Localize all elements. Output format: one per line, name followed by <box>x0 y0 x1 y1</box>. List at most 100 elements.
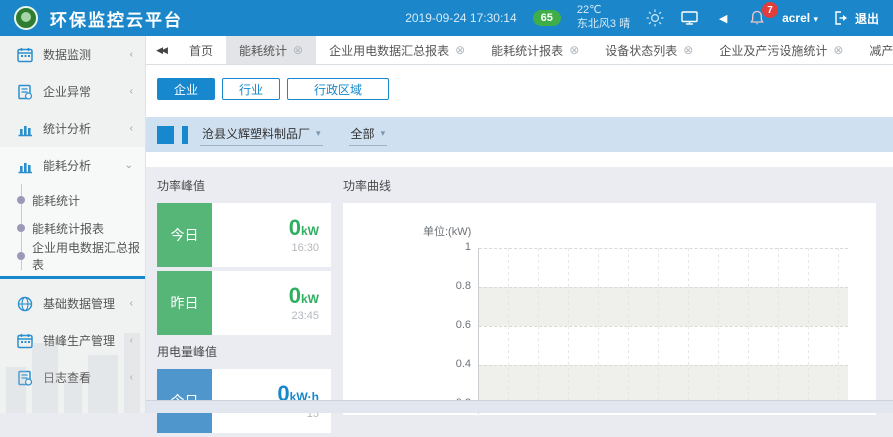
chevron-left-icon: ‹ <box>130 49 133 60</box>
document-icon <box>17 84 33 100</box>
sidebar-item-energy-analysis[interactable]: 能耗分析 ⌄ <box>0 147 145 184</box>
monitor-icon[interactable] <box>680 9 698 27</box>
tab-close-icon[interactable]: ⊗ <box>833 44 843 56</box>
card-day-label: 昨日 <box>157 271 212 335</box>
energy-peak-title: 用电量峰值 <box>157 343 331 360</box>
card-value: 0kW <box>289 216 319 240</box>
weather-wind: 东北风3 晴 <box>577 18 630 30</box>
power-curve-title: 功率曲线 <box>343 177 882 194</box>
sidebar-item-label: 能耗分析 <box>43 157 91 174</box>
tab-company-power-summary[interactable]: 企业用电数据汇总报表 ⊗ <box>316 36 478 64</box>
scope-select[interactable]: 全部 ▾ <box>349 123 388 146</box>
filter-bar: 沧县义辉塑料制品厂 ▾ 全部 ▾ <box>146 117 893 152</box>
card-time: 23:45 <box>291 310 319 322</box>
power-curve-chart: 单位:(kW) 1 0.8 0.6 0.4 0.2 <box>343 203 876 415</box>
document-icon <box>17 370 33 386</box>
tab-close-icon[interactable]: ⊗ <box>455 44 465 56</box>
tab-energy-stats[interactable]: 能耗统计 ⊗ <box>226 36 316 64</box>
industry-button[interactable]: 行业 <box>222 78 280 100</box>
chevron-left-icon: ‹ <box>130 86 133 97</box>
bottom-strip <box>146 400 893 413</box>
aqi-badge: 65 <box>533 10 561 26</box>
company-button[interactable]: 企业 <box>157 78 215 100</box>
card-day-label: 今日 <box>157 203 212 267</box>
notification-bell-icon[interactable]: 7 <box>748 9 766 27</box>
tab-close-icon[interactable]: ⊗ <box>569 44 579 56</box>
chart-gridline <box>479 248 848 249</box>
bar-chart-icon <box>17 121 33 137</box>
company-select[interactable]: 沧县义辉塑料制品厂 ▾ <box>200 123 323 146</box>
value-unit: kW <box>301 224 319 238</box>
tabs-scroll-left-icon[interactable]: ◀◀ <box>146 36 176 64</box>
sidebar-divider <box>0 276 145 279</box>
sidebar-subitem-company-power-summary[interactable]: 企业用电数据汇总报表 <box>0 242 145 270</box>
sidebar-item-label: 企业异常 <box>43 83 91 100</box>
tab-label: 首页 <box>189 42 213 59</box>
company-select-value: 沧县义辉塑料制品厂 <box>202 125 310 142</box>
bullet-icon <box>17 224 25 232</box>
blue-bar-decor <box>182 126 188 144</box>
sidebar-item-label: 数据监测 <box>43 46 91 63</box>
sidebar-item-peak-production[interactable]: 错峰生产管理 ‹ <box>0 322 145 359</box>
power-peak-card-yesterday: 昨日 0kW 23:45 <box>157 271 331 335</box>
sidebar-item-label: 基础数据管理 <box>43 295 115 312</box>
bullet-icon <box>17 252 25 260</box>
chevron-down-icon: ▾ <box>316 128 321 139</box>
tab-close-icon[interactable]: ⊗ <box>683 44 693 56</box>
logout-button[interactable]: 退出 <box>834 10 879 27</box>
y-tick: 0.6 <box>456 319 471 331</box>
sidebar-item-statistics[interactable]: 统计分析 ‹ <box>0 110 145 147</box>
tab-label: 企业用电数据汇总报表 <box>329 42 449 59</box>
card-value: 0kW <box>289 284 319 308</box>
sidebar-item-label: 统计分析 <box>43 120 91 137</box>
power-curve-section: 功率曲线 单位:(kW) 1 0.8 0.6 0.4 0.2 <box>343 177 882 415</box>
tab-energy-report[interactable]: 能耗统计报表 ⊗ <box>478 36 592 64</box>
tab-home[interactable]: 首页 <box>176 36 226 64</box>
weather-temperature: 22℃ <box>577 4 602 16</box>
tab-reduction-analysis[interactable]: 减产减排分析 ⊗ <box>856 36 893 64</box>
weather-info: 22℃ 东北风3 晴 <box>577 4 630 32</box>
sidebar: 数据监测 ‹ 企业异常 ‹ 统计分析 ‹ 能耗分析 ⌄ 能耗统计 能耗统计报表 <box>0 36 146 413</box>
bar-chart-icon <box>17 158 33 174</box>
tab-close-icon[interactable]: ⊗ <box>293 44 303 56</box>
user-caret-icon: ▾ <box>813 14 818 24</box>
notification-count-badge[interactable]: 7 <box>762 2 778 18</box>
scope-select-value: 全部 <box>351 125 375 142</box>
calendar-icon <box>17 47 33 63</box>
value-number: 0 <box>289 283 301 308</box>
sidebar-item-log-view[interactable]: 日志查看 ‹ <box>0 359 145 396</box>
chevron-down-icon: ⌄ <box>125 160 133 171</box>
logout-label: 退出 <box>855 10 879 27</box>
user-menu[interactable]: acrel ▾ <box>782 11 818 25</box>
sidebar-item-label: 错峰生产管理 <box>43 332 115 349</box>
sidebar-subitem-energy-stats[interactable]: 能耗统计 <box>0 186 145 214</box>
sidebar-subitem-label: 企业用电数据汇总报表 <box>32 239 145 273</box>
tab-device-status[interactable]: 设备状态列表 ⊗ <box>592 36 706 64</box>
tab-label: 企业及产污设施统计 <box>719 42 827 59</box>
power-peak-title: 功率峰值 <box>157 177 331 194</box>
tab-label: 减产减排分析 <box>869 42 893 59</box>
sidebar-item-basic-data[interactable]: 基础数据管理 ‹ <box>0 285 145 322</box>
speaker-icon[interactable]: ◀ <box>714 9 732 27</box>
sidebar-subitem-label: 能耗统计 <box>32 192 80 209</box>
chart-gridline <box>479 287 848 288</box>
chart-gridline <box>479 365 848 366</box>
tab-company-pollution-stats[interactable]: 企业及产污设施统计 ⊗ <box>706 36 856 64</box>
chevron-left-icon: ‹ <box>130 123 133 134</box>
sidebar-subitem-energy-report[interactable]: 能耗统计报表 <box>0 214 145 242</box>
sidebar-item-data-monitor[interactable]: 数据监测 ‹ <box>0 36 145 73</box>
tab-label: 能耗统计报表 <box>491 42 563 59</box>
power-peak-card-today: 今日 0kW 16:30 <box>157 203 331 267</box>
sidebar-group-energy-analysis: 能耗分析 ⌄ 能耗统计 能耗统计报表 企业用电数据汇总报表 <box>0 147 145 276</box>
admin-region-button[interactable]: 行政区域 <box>287 78 389 100</box>
chart-gridline <box>479 326 848 327</box>
value-unit: kW <box>301 292 319 306</box>
chevron-left-icon: ‹ <box>130 335 133 346</box>
y-tick: 0.8 <box>456 280 471 292</box>
blue-square-decor <box>157 126 174 144</box>
tab-bar: ◀◀ 首页 能耗统计 ⊗ 企业用电数据汇总报表 ⊗ 能耗统计报表 ⊗ 设备状态列… <box>146 36 893 65</box>
sun-icon <box>646 9 664 27</box>
top-header: 环保监控云平台 2019-09-24 17:30:14 65 22℃ 东北风3 … <box>0 0 893 36</box>
sidebar-item-company-abnormal[interactable]: 企业异常 ‹ <box>0 73 145 110</box>
app-logo-icon <box>14 6 38 30</box>
